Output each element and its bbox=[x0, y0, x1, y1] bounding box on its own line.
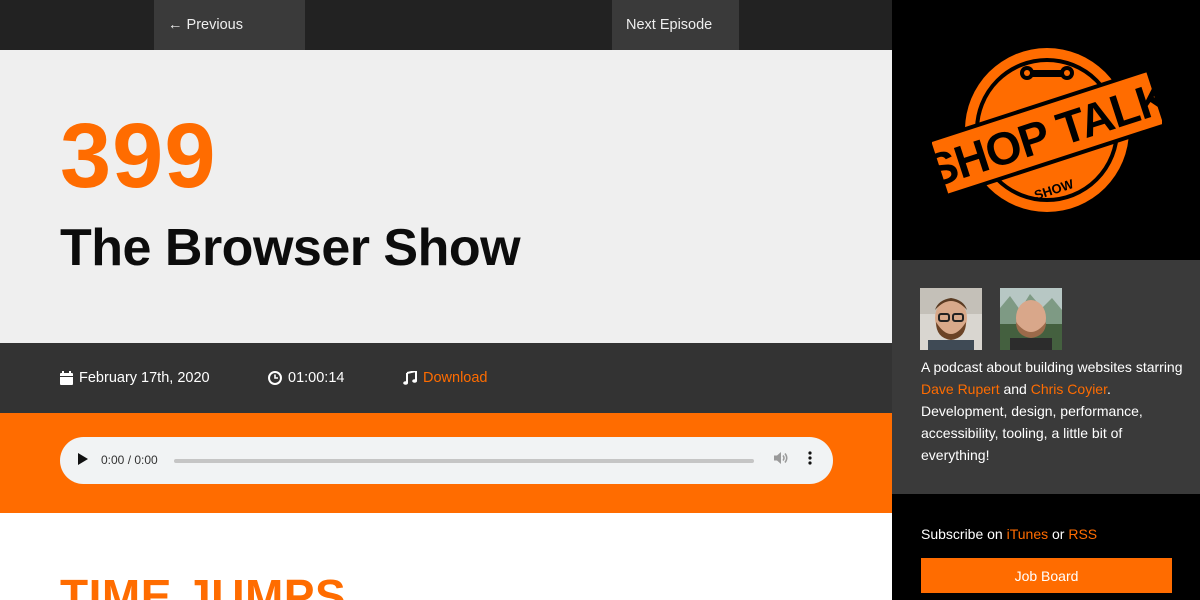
volume-icon bbox=[773, 451, 789, 470]
episode-nav: ← Previous Episode Next Episode → bbox=[0, 0, 892, 83]
episode-meta-bar: February 17th, 2020 01:00:14 Download bbox=[0, 343, 892, 413]
play-button[interactable] bbox=[72, 437, 94, 484]
about-text: A podcast about building websites starri… bbox=[921, 356, 1183, 466]
more-options-button[interactable] bbox=[800, 437, 820, 484]
host-photo-dave bbox=[920, 288, 982, 350]
subscribe-line: Subscribe on iTunes or RSS bbox=[921, 524, 1097, 544]
episode-date: February 17th, 2020 bbox=[60, 343, 210, 413]
music-note-icon bbox=[403, 371, 417, 385]
next-episode-button[interactable]: Next Episode → bbox=[612, 0, 739, 83]
time-display: 0:00 / 0:00 bbox=[101, 453, 158, 467]
calendar-icon bbox=[60, 371, 73, 385]
subscribe-prefix: Subscribe on bbox=[921, 526, 1007, 542]
section-heading: TIME JUMPS bbox=[60, 570, 347, 600]
about-box: A podcast about building websites starri… bbox=[892, 260, 1200, 494]
subscribe-or: or bbox=[1048, 526, 1069, 542]
download-link[interactable]: Download bbox=[423, 370, 488, 386]
host-link-chris[interactable]: Chris Coyier bbox=[1031, 381, 1107, 397]
seek-bar[interactable] bbox=[174, 459, 754, 463]
job-board-button[interactable]: Job Board bbox=[921, 558, 1172, 593]
episode-number: 399 bbox=[60, 105, 217, 207]
itunes-link[interactable]: iTunes bbox=[1007, 526, 1049, 542]
episode-duration: 01:00:14 bbox=[268, 343, 344, 413]
audio-player: 0:00 / 0:00 bbox=[60, 437, 833, 484]
episode-content: TIME JUMPS bbox=[0, 513, 892, 600]
host-link-dave[interactable]: Dave Rupert bbox=[921, 381, 1000, 397]
episode-title: The Browser Show bbox=[60, 219, 521, 277]
episode-hero: 399 The Browser Show bbox=[0, 50, 892, 343]
sidebar: SHOP TALK SHOW A podcast about building … bbox=[892, 0, 1200, 600]
episode-duration-text: 01:00:14 bbox=[288, 370, 345, 386]
main-column: ← Previous Episode Next Episode → 399 Th… bbox=[0, 0, 892, 600]
host-photo-chris bbox=[1000, 288, 1062, 350]
shoptalk-logo: SHOP TALK SHOW bbox=[932, 48, 1162, 212]
about-intro: A podcast about building websites starri… bbox=[921, 359, 1183, 375]
more-vertical-icon bbox=[808, 451, 812, 470]
rss-link[interactable]: RSS bbox=[1068, 526, 1097, 542]
volume-button[interactable] bbox=[770, 437, 792, 484]
clock-icon bbox=[268, 371, 282, 385]
play-icon bbox=[78, 452, 88, 470]
about-and: and bbox=[999, 381, 1031, 397]
previous-episode-button[interactable]: ← Previous Episode bbox=[154, 0, 305, 83]
subscribe-box: Subscribe on iTunes or RSS Job Board bbox=[892, 494, 1200, 600]
episode-date-text: February 17th, 2020 bbox=[79, 370, 210, 386]
logo-area[interactable]: SHOP TALK SHOW bbox=[892, 0, 1200, 260]
player-band: 0:00 / 0:00 bbox=[0, 413, 892, 513]
episode-download: Download bbox=[403, 343, 488, 413]
